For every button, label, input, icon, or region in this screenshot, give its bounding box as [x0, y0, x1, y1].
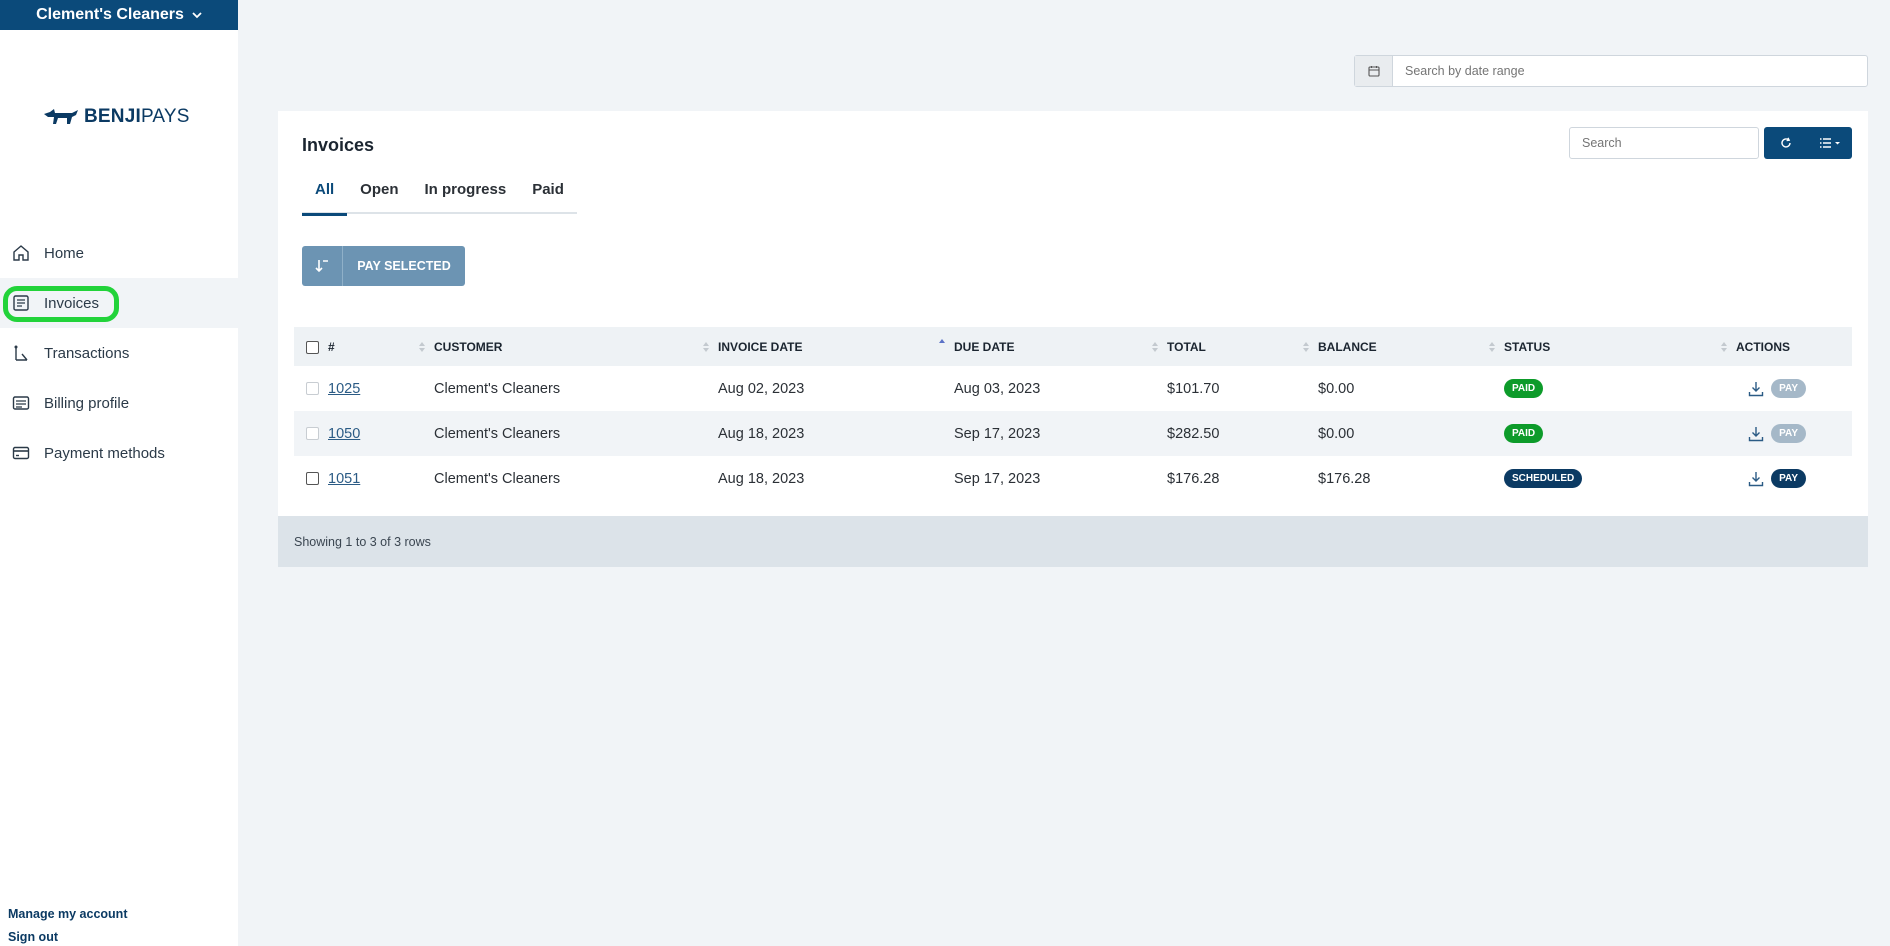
- org-name: Clement's Cleaners: [36, 6, 184, 23]
- sidebar-item-label: Payment methods: [44, 444, 165, 462]
- table-toolbar: [1764, 127, 1852, 159]
- org-switcher[interactable]: Clement's Cleaners: [0, 0, 238, 30]
- tab-in-progress[interactable]: In progress: [412, 179, 520, 214]
- invoices-card: Invoices All Open In progress Paid PAY S…: [278, 111, 1868, 567]
- table-row: 1051 Clement's Cleaners Aug 18, 2023 Sep…: [294, 456, 1852, 501]
- sort-icon: [1721, 342, 1727, 352]
- column-header-number[interactable]: #: [328, 327, 434, 366]
- home-icon: [12, 244, 30, 262]
- sidebar-item-billing-profile[interactable]: Billing profile: [0, 378, 238, 428]
- total-cell: $176.28: [1167, 470, 1220, 487]
- invoice-date-cell: Aug 18, 2023: [718, 470, 805, 487]
- sidebar: Clement's Cleaners BENJIPAYS Home Invoic…: [0, 0, 238, 946]
- tab-all[interactable]: All: [302, 179, 348, 216]
- page-title: Invoices: [302, 135, 375, 155]
- invoices-table: # CUSTOMER INVOICE DATE DUE DATE TOTAL B…: [294, 327, 1852, 501]
- pay-selected-button[interactable]: PAY SELECTED: [302, 246, 465, 286]
- sign-out-link[interactable]: Sign out: [8, 926, 127, 946]
- sort-icon: [1152, 342, 1158, 352]
- card-icon: [12, 444, 30, 462]
- column-header-actions: ACTIONS: [1736, 339, 1790, 354]
- column-header-total[interactable]: TOTAL: [1167, 327, 1318, 366]
- sort-ascending-icon: [939, 339, 945, 343]
- pay-arrow-icon: [302, 246, 343, 286]
- due-date-cell: Sep 17, 2023: [954, 470, 1041, 487]
- pay-button[interactable]: PAY: [1771, 469, 1806, 488]
- column-header-invoice-date[interactable]: INVOICE DATE: [718, 327, 954, 366]
- refresh-button[interactable]: [1764, 127, 1808, 159]
- list-icon: [1820, 138, 1840, 148]
- sidebar-item-invoices[interactable]: Invoices: [0, 278, 238, 328]
- balance-cell: $176.28: [1318, 470, 1371, 487]
- status-badge: PAID: [1504, 424, 1544, 443]
- sidebar-item-label: Invoices: [44, 294, 100, 312]
- logo-light-text: PAYS: [140, 106, 190, 127]
- pay-button[interactable]: PAY: [1771, 379, 1806, 398]
- sidebar-footer: Manage my account Sign out: [8, 903, 127, 946]
- pagination-summary: Showing 1 to 3 of 3 rows: [294, 534, 431, 549]
- benjipays-logo: BENJIPAYS: [42, 106, 190, 128]
- row-checkbox[interactable]: [306, 382, 319, 396]
- manage-account-link[interactable]: Manage my account: [8, 903, 127, 926]
- invoice-tabs: All Open In progress Paid: [302, 179, 577, 216]
- select-all-checkbox[interactable]: [306, 340, 319, 354]
- invoice-number-link[interactable]: 1051: [328, 471, 360, 487]
- columns-dropdown-button[interactable]: [1808, 127, 1852, 159]
- due-date-cell: Sep 17, 2023: [954, 425, 1041, 442]
- balance-cell: $0.00: [1318, 425, 1355, 442]
- sidebar-item-label: Billing profile: [44, 394, 130, 412]
- transactions-icon: [12, 344, 30, 362]
- sidebar-nav: Home Invoices Transactions Billing profi…: [0, 228, 238, 478]
- invoice-date-cell: Aug 02, 2023: [718, 380, 805, 397]
- sidebar-item-payment-methods[interactable]: Payment methods: [0, 428, 238, 478]
- invoice-icon: [12, 294, 30, 312]
- table-row: 1025 Clement's Cleaners Aug 02, 2023 Aug…: [294, 366, 1852, 411]
- table-row: 1050 Clement's Cleaners Aug 18, 2023 Sep…: [294, 411, 1852, 456]
- total-cell: $282.50: [1167, 425, 1220, 442]
- tab-paid[interactable]: Paid: [519, 179, 577, 214]
- column-header-status[interactable]: STATUS: [1504, 327, 1736, 366]
- dog-logo-icon: [44, 109, 78, 124]
- customer-cell: Clement's Cleaners: [434, 470, 561, 487]
- refresh-icon: [1781, 137, 1791, 148]
- sidebar-item-label: Home: [44, 244, 85, 262]
- sort-icon: [1489, 342, 1495, 352]
- download-icon[interactable]: [1747, 425, 1765, 443]
- row-checkbox[interactable]: [306, 427, 319, 441]
- download-icon[interactable]: [1747, 380, 1765, 398]
- total-cell: $101.70: [1167, 380, 1220, 397]
- row-checkbox[interactable]: [306, 472, 319, 486]
- sort-icon: [703, 342, 709, 352]
- status-badge: PAID: [1504, 379, 1544, 398]
- logo-bold-text: BENJI: [84, 106, 141, 127]
- invoice-number-link[interactable]: 1025: [328, 381, 360, 397]
- sort-icon: [419, 342, 425, 352]
- date-range-input[interactable]: [1393, 56, 1867, 86]
- table-search-input[interactable]: [1569, 127, 1759, 159]
- sidebar-item-home[interactable]: Home: [0, 228, 238, 278]
- customer-cell: Clement's Cleaners: [434, 380, 561, 397]
- table-footer: Showing 1 to 3 of 3 rows: [278, 516, 1868, 567]
- column-header-balance[interactable]: BALANCE: [1318, 327, 1504, 366]
- chevron-down-icon: [192, 12, 202, 19]
- calendar-icon[interactable]: [1355, 56, 1393, 86]
- sidebar-item-transactions[interactable]: Transactions: [0, 328, 238, 378]
- due-date-cell: Aug 03, 2023: [954, 380, 1041, 397]
- status-badge: SCHEDULED: [1504, 469, 1583, 488]
- invoice-date-cell: Aug 18, 2023: [718, 425, 805, 442]
- invoice-number-link[interactable]: 1050: [328, 426, 360, 442]
- column-header-due-date[interactable]: DUE DATE: [954, 327, 1167, 366]
- sidebar-item-label: Transactions: [44, 344, 130, 362]
- pay-button[interactable]: PAY: [1771, 424, 1806, 443]
- balance-cell: $0.00: [1318, 380, 1355, 397]
- date-range-search: [1354, 55, 1868, 87]
- billing-icon: [12, 394, 30, 412]
- customer-cell: Clement's Cleaners: [434, 425, 561, 442]
- table-header-row: # CUSTOMER INVOICE DATE DUE DATE TOTAL B…: [294, 327, 1852, 366]
- tab-open[interactable]: Open: [347, 179, 411, 214]
- download-icon[interactable]: [1747, 470, 1765, 488]
- column-header-customer[interactable]: CUSTOMER: [434, 327, 718, 366]
- sort-icon: [1303, 342, 1309, 352]
- pay-selected-label: PAY SELECTED: [357, 259, 451, 273]
